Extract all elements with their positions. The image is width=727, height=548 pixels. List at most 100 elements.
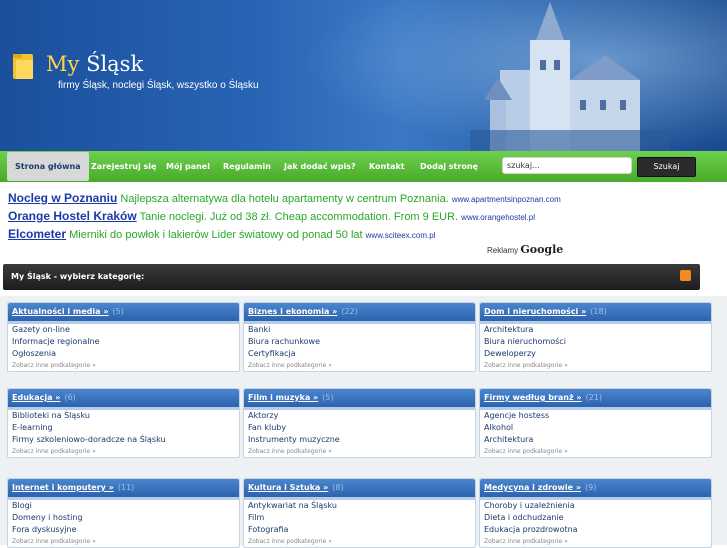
category-header: Biznes i ekonomia » (22): [244, 303, 475, 324]
google-logo: Google: [520, 243, 564, 256]
ad-item: Nocleg w Poznaniu Najlepsza alternatywa …: [8, 191, 561, 205]
category-header: Film i muzyka » (5): [244, 389, 475, 410]
more-subcategories-link[interactable]: Zobacz inne podkategorie »: [480, 446, 711, 457]
ad-title[interactable]: Nocleg w Poznaniu: [8, 191, 117, 205]
category-title[interactable]: Kultura i Sztuka »: [248, 483, 328, 492]
nav-item-how-to-add[interactable]: Jak dodać wpis?: [284, 151, 356, 182]
category-panel: Film i muzyka » (5) Aktorzy Fan kluby Ins…: [243, 388, 476, 458]
category-panel: Medycyna i zdrowie » (9) Choroby i uzależ…: [479, 478, 712, 548]
category-count: (11): [117, 483, 135, 492]
category-header: Edukacja » (6): [8, 389, 239, 410]
category-title[interactable]: Dom i nieruchomości »: [484, 307, 586, 316]
subcategory-link[interactable]: Firmy szkoleniowo-doradcze na Śląsku: [8, 434, 239, 446]
category-header: Internet i komputery » (11): [8, 479, 239, 500]
rss-icon[interactable]: [680, 270, 691, 281]
category-title[interactable]: Film i muzyka »: [248, 393, 318, 402]
subcategory-link[interactable]: Fotografia: [244, 524, 475, 536]
category-count: (18): [590, 307, 607, 316]
subcategory-link[interactable]: Informacje regionalne: [8, 336, 239, 348]
subcategory-link[interactable]: Edukacja prozdrowotna: [480, 524, 711, 536]
subcategory-link[interactable]: Biura nieruchomości: [480, 336, 711, 348]
search-input[interactable]: [502, 157, 632, 174]
more-subcategories-link[interactable]: Zobacz inne podkategorie »: [244, 360, 475, 371]
category-panel: Dom i nieruchomości » (18) Architektura B…: [479, 302, 712, 372]
subcategory-link[interactable]: Architektura: [480, 434, 711, 446]
category-title[interactable]: Firmy według branż »: [484, 393, 582, 402]
subcategory-link[interactable]: Agencje hostess: [480, 410, 711, 422]
category-count: (5): [112, 307, 124, 316]
category-count: (6): [64, 393, 76, 402]
more-subcategories-link[interactable]: Zobacz inne podkategorie »: [480, 536, 711, 547]
site-title[interactable]: My Śląsk: [46, 52, 143, 76]
subcategory-link[interactable]: Alkohol: [480, 422, 711, 434]
nav-item-rules[interactable]: Regulamin: [223, 151, 271, 182]
ads-by-label: Reklamy: [487, 246, 519, 255]
subcategory-link[interactable]: Fora dyskusyjne: [8, 524, 239, 536]
category-title[interactable]: Internet i komputery »: [12, 483, 114, 492]
category-title[interactable]: Biznes i ekonomia »: [248, 307, 337, 316]
category-title[interactable]: Medycyna i zdrowie »: [484, 483, 581, 492]
ad-url[interactable]: www.orangehostel.pl: [461, 213, 535, 222]
nav-item-add-site[interactable]: Dodaj stronę: [420, 151, 478, 182]
more-subcategories-link[interactable]: Zobacz inne podkategorie »: [8, 360, 239, 371]
nav-item-my-panel[interactable]: Mój panel: [166, 151, 210, 182]
nav-item-contact[interactable]: Kontakt: [369, 151, 405, 182]
ad-item: Orange Hostel Kraków Tanie noclegi. Już …: [8, 209, 535, 223]
ad-item: Elcometer Mierniki do powłok i lakierów …: [8, 227, 435, 241]
subcategory-link[interactable]: Fan kluby: [244, 422, 475, 434]
ad-text: Mierniki do powłok i lakierów Lider świa…: [69, 229, 363, 241]
header-banner: My Śląsk firmy Śląsk, noclegi Śląsk, wsz…: [0, 0, 727, 151]
subcategory-link[interactable]: Aktorzy: [244, 410, 475, 422]
subcategory-link[interactable]: Gazety on-line: [8, 324, 239, 336]
subcategory-link[interactable]: Biura rachunkowe: [244, 336, 475, 348]
castle-image: [470, 2, 670, 151]
subcategory-link[interactable]: Certyfikacja: [244, 348, 475, 360]
site-title-my: My: [46, 52, 80, 76]
nav-item-register[interactable]: Zarejestruj się: [91, 151, 156, 182]
category-title[interactable]: Edukacja »: [12, 393, 60, 402]
ad-url[interactable]: www.sciteex.com.pl: [366, 231, 436, 240]
more-subcategories-link[interactable]: Zobacz inne podkategorie »: [244, 536, 475, 547]
subcategory-link[interactable]: Antykwariat na Śląsku: [244, 500, 475, 512]
ad-text: Tanie noclegi. Już od 38 zł. Cheap accom…: [139, 211, 459, 223]
site-title-name: Śląsk: [86, 52, 144, 76]
category-header: Firmy według branż » (21): [480, 389, 711, 410]
subcategory-link[interactable]: Blogi: [8, 500, 239, 512]
ad-title[interactable]: Orange Hostel Kraków: [8, 209, 137, 223]
category-header: Kultura i Sztuka » (8): [244, 479, 475, 500]
nav-item-home[interactable]: Strona główna: [7, 152, 89, 181]
category-panel: Kultura i Sztuka » (8) Antykwariat na Ślą…: [243, 478, 476, 548]
ad-url[interactable]: www.apartmentsinpoznan.com: [452, 195, 561, 204]
subcategory-link[interactable]: Ogłoszenia: [8, 348, 239, 360]
category-header: Dom i nieruchomości » (18): [480, 303, 711, 324]
ads-by-google[interactable]: Reklamy Google: [487, 243, 563, 256]
category-title[interactable]: Aktualności i media »: [12, 307, 109, 316]
search-button[interactable]: Szukaj: [637, 157, 696, 177]
category-count: (9): [585, 483, 597, 492]
subcategory-link[interactable]: Biblioteki na Śląsku: [8, 410, 239, 422]
more-subcategories-link[interactable]: Zobacz inne podkategorie »: [244, 446, 475, 457]
subcategory-link[interactable]: Architektura: [480, 324, 711, 336]
category-panel: Firmy według branż » (21) Agencje hostess…: [479, 388, 712, 458]
subcategory-link[interactable]: Banki: [244, 324, 475, 336]
category-count: (22): [341, 307, 358, 316]
subcategory-link[interactable]: E-learning: [8, 422, 239, 434]
subcategory-link[interactable]: Deweloperzy: [480, 348, 711, 360]
category-panel: Edukacja » (6) Biblioteki na Śląsku E-lea…: [7, 388, 240, 458]
category-panel: Aktualności i media » (5) Gazety on-line …: [7, 302, 240, 372]
more-subcategories-link[interactable]: Zobacz inne podkategorie »: [8, 446, 239, 457]
site-tagline: firmy Śląsk, noclegi Śląsk, wszystko o Ś…: [58, 80, 259, 91]
more-subcategories-link[interactable]: Zobacz inne podkategorie »: [480, 360, 711, 371]
category-panel: Internet i komputery » (11) Blogi Domeny …: [7, 478, 240, 548]
subcategory-link[interactable]: Film: [244, 512, 475, 524]
ad-title[interactable]: Elcometer: [8, 227, 66, 241]
category-panel: Biznes i ekonomia » (22) Banki Biura rach…: [243, 302, 476, 372]
subcategory-link[interactable]: Domeny i hosting: [8, 512, 239, 524]
more-subcategories-link[interactable]: Zobacz inne podkategorie »: [8, 536, 239, 547]
subcategory-link[interactable]: Choroby i uzależnienia: [480, 500, 711, 512]
category-header: Medycyna i zdrowie » (9): [480, 479, 711, 500]
ad-text: Najlepsza alternatywa dla hotelu apartam…: [120, 193, 449, 205]
subcategory-link[interactable]: Instrumenty muzyczne: [244, 434, 475, 446]
folder-icon: [13, 54, 33, 79]
subcategory-link[interactable]: Dieta i odchudzanie: [480, 512, 711, 524]
